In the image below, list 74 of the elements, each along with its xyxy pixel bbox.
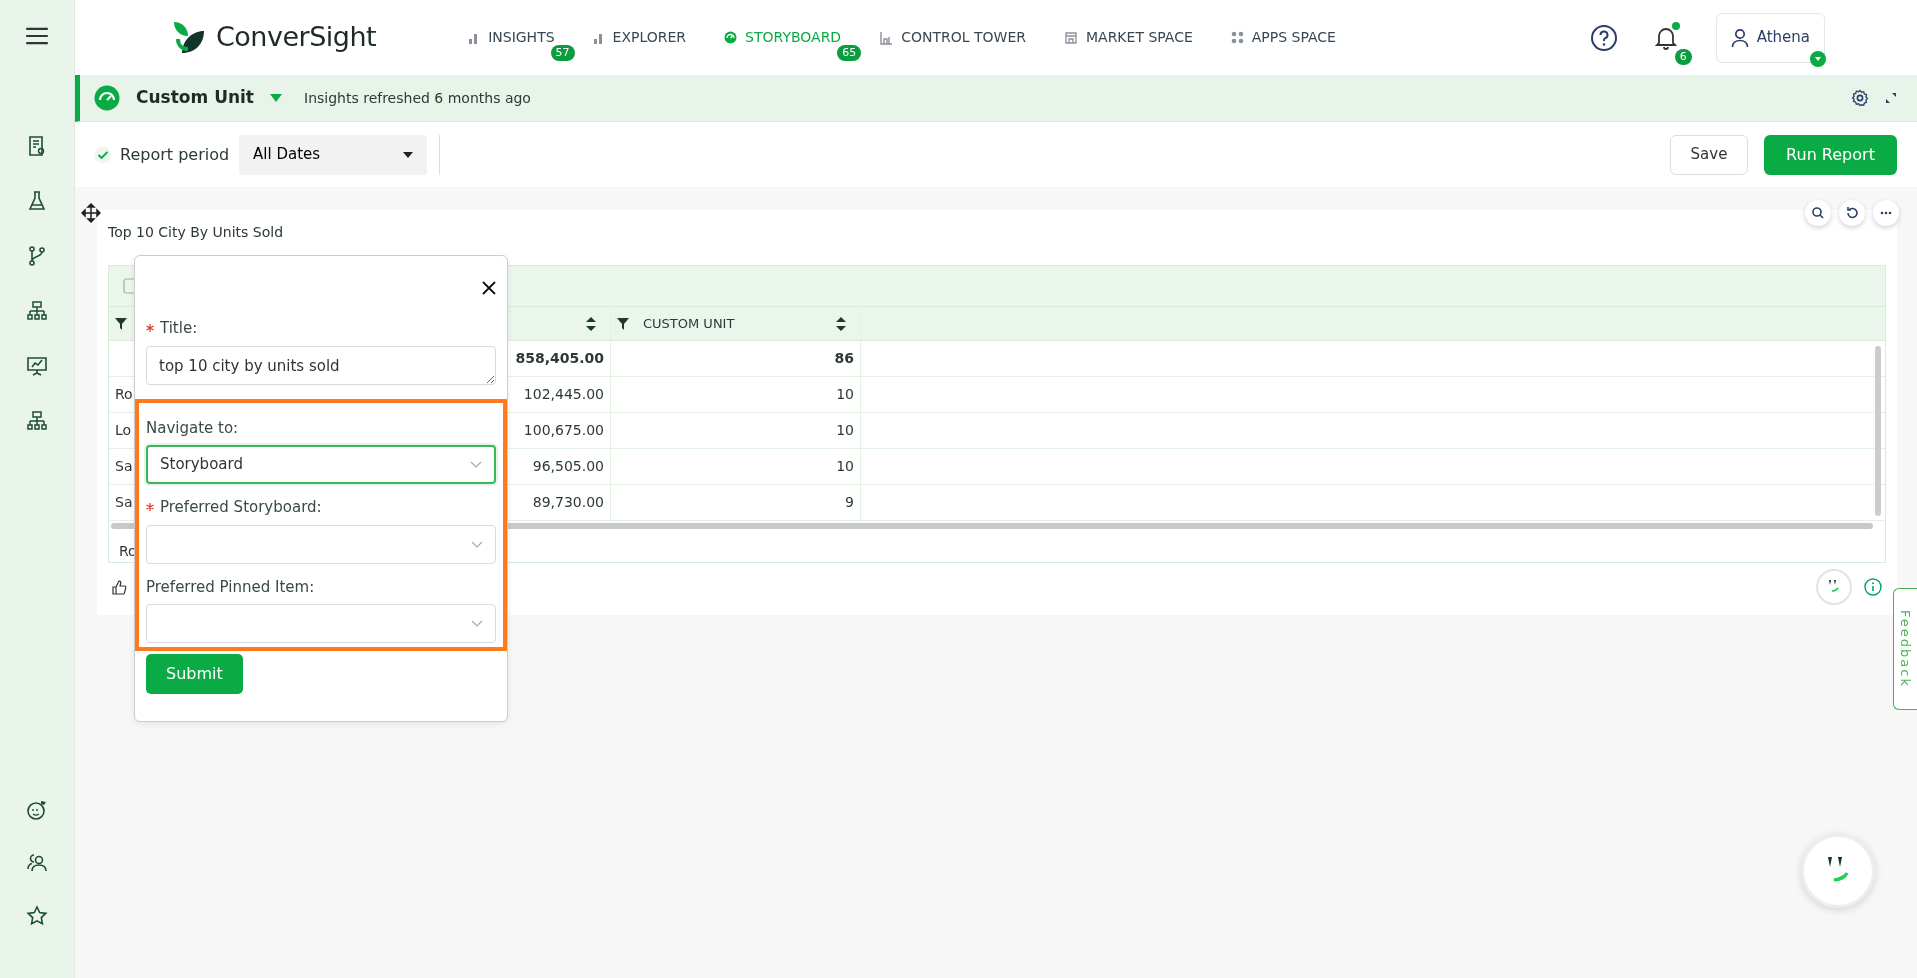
filter-icon[interactable] <box>115 317 127 330</box>
field-label: Navigate to: <box>146 417 239 439</box>
table-cell-text: Ro <box>115 385 133 404</box>
widget-title: Top 10 City By Units Sold <box>108 223 285 242</box>
scrollbar[interactable] <box>1875 346 1881 516</box>
user-icon <box>1730 27 1749 48</box>
table-cell-text: 858,405.00 <box>515 349 604 368</box>
close-icon <box>482 281 496 295</box>
nav-tab[interactable]: MARKET SPACE <box>1063 23 1193 52</box>
count-badge: 57 <box>550 45 575 61</box>
dropdown-field[interactable] <box>146 604 496 643</box>
move-icon[interactable] <box>81 203 101 223</box>
field-label: Preferred Pinned Item: <box>146 576 315 598</box>
field-label: Preferred Storyboard: <box>160 497 322 518</box>
status-dot-icon <box>1671 21 1680 30</box>
expand-icon[interactable] <box>1885 92 1897 104</box>
table-cell-text: 102,445.00 <box>523 385 604 404</box>
search-icon <box>1811 206 1825 220</box>
help-icon[interactable] <box>1589 23 1618 52</box>
store-icon <box>1063 30 1078 45</box>
thumbs-up-icon[interactable] <box>112 579 127 595</box>
chevron-down-icon <box>470 461 482 468</box>
table-cell-text: 10 <box>836 421 854 440</box>
refresh-status-text: Insights refreshed 6 months ago <box>304 88 531 108</box>
chevron-down-icon <box>471 540 483 548</box>
table-cell-text: 9 <box>845 493 854 512</box>
period-dropdown[interactable]: All Dates <box>239 134 428 175</box>
gauge-icon <box>94 85 120 111</box>
table-cell-text: Lo <box>115 421 132 440</box>
table-cell-text: 89,730.00 <box>532 493 604 512</box>
column-header[interactable]: CUSTOM UNIT <box>611 307 861 340</box>
title-input[interactable]: top 10 city by units sold <box>146 345 496 385</box>
chevron-down-icon <box>471 620 483 627</box>
table-cell-text: 10 <box>836 385 854 404</box>
settings-icon[interactable] <box>1851 89 1869 107</box>
table-cell-text: 10 <box>836 457 854 476</box>
dropdown-field[interactable] <box>146 524 496 564</box>
table-cell-text: Sa <box>115 493 133 512</box>
table-cell-text: 96,505.00 <box>532 457 604 476</box>
gauge-icon <box>724 31 738 44</box>
table-cell-text: 86 <box>834 349 854 368</box>
hierarchy-icon[interactable] <box>25 299 49 323</box>
report-title: Custom Unit <box>136 86 254 110</box>
grid-dots-icon <box>1230 31 1244 44</box>
nav-tab[interactable]: CONTROL TOWER <box>879 23 1026 52</box>
count-badge: 65 <box>837 45 862 61</box>
refresh-icon <box>1845 206 1859 220</box>
sort-icon[interactable] <box>836 316 846 331</box>
bot-icon[interactable] <box>25 798 49 822</box>
nav-tab[interactable]: EXPLORER <box>592 23 687 52</box>
close-button[interactable] <box>482 281 496 295</box>
field-label: Title: <box>160 318 198 339</box>
sort-icon[interactable] <box>586 316 596 331</box>
nav-tab[interactable]: APPS SPACE <box>1230 23 1336 52</box>
tower-icon <box>879 30 894 45</box>
checkbox[interactable] <box>94 145 112 164</box>
star-icon[interactable] <box>25 904 49 928</box>
caret-icon <box>403 151 414 158</box>
presentation-icon[interactable] <box>25 354 49 378</box>
search-button[interactable] <box>1805 200 1831 226</box>
info-icon[interactable] <box>1864 578 1882 596</box>
caret-icon[interactable] <box>270 94 282 102</box>
table-cell-text: Sa <box>115 457 133 476</box>
filter-icon[interactable] <box>617 317 629 330</box>
hierarchy-icon[interactable] <box>25 409 49 433</box>
table-cell-text: 100,675.00 <box>523 421 604 440</box>
bar-chart-icon <box>592 31 605 44</box>
dropdown-icon <box>1810 50 1826 67</box>
refresh-button[interactable] <box>1839 200 1865 226</box>
save-button[interactable]: Save <box>1670 134 1748 175</box>
checkbox-label: Report period <box>120 143 230 166</box>
logo-text: ConverSight <box>216 20 377 55</box>
dropdown-field[interactable]: Storyboard <box>146 445 496 484</box>
count-badge: 6 <box>1674 48 1692 65</box>
